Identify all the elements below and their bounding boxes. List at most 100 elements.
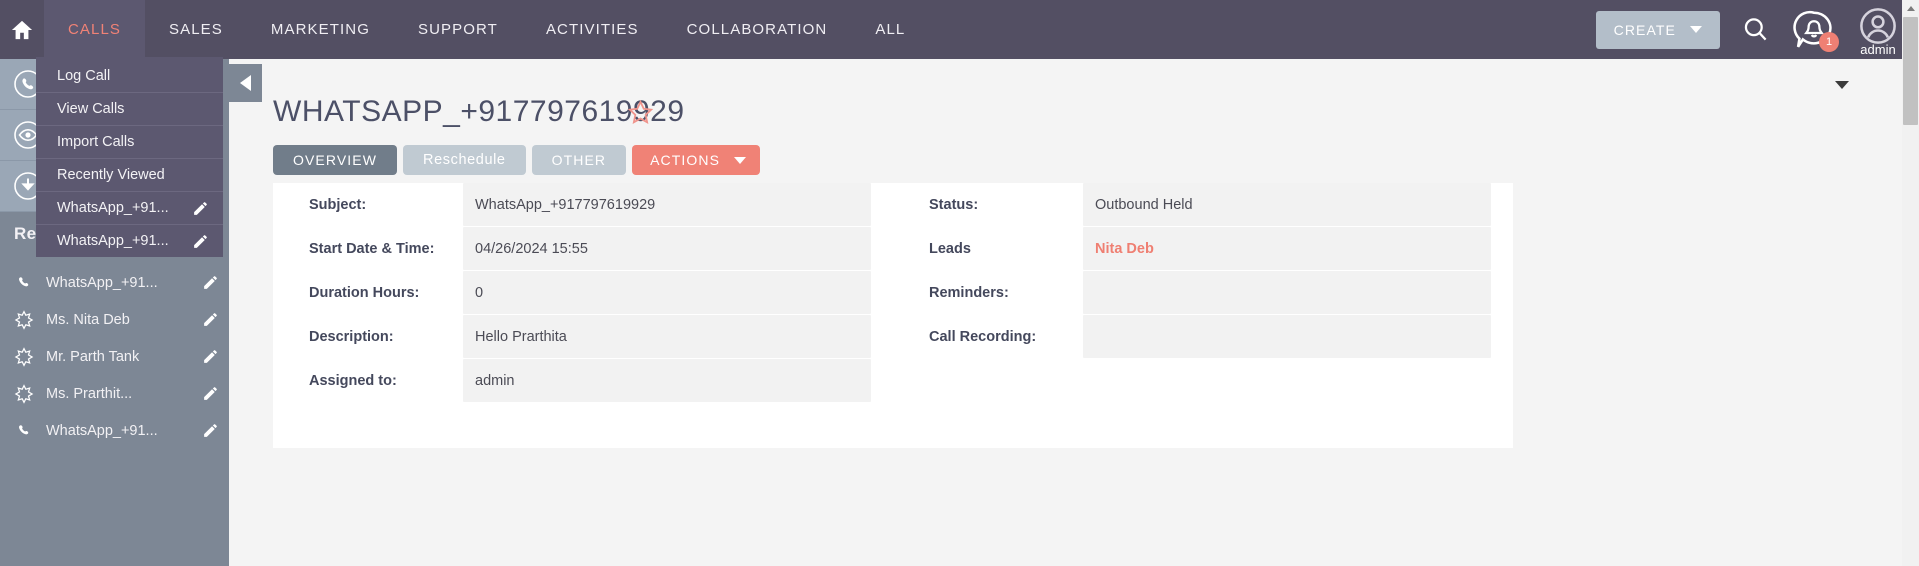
edit-pencil-icon[interactable] <box>202 311 219 328</box>
phone-icon <box>19 424 29 434</box>
nav-right-controls: CREATE 1 admin <box>1595 0 1919 59</box>
field-row: Assigned to: admin <box>273 359 893 402</box>
header-chevron-down-icon[interactable] <box>1835 81 1849 89</box>
field-label: Status: <box>929 196 979 213</box>
dropdown-item-label: Recently Viewed <box>57 167 165 183</box>
nav-item-calls[interactable]: CALLS <box>44 0 146 59</box>
tab-label: ACTIONS <box>650 152 721 168</box>
nav-items: CALLS SALES MARKETING SUPPORT ACTIVITIES COLL… <box>44 0 929 59</box>
field-label: Duration Hours: <box>309 284 420 301</box>
fields-right-column: Status: Outbound Held Leads Nita Deb Reminde… <box>893 183 1513 402</box>
dropdown-item-label: WhatsApp_+91... <box>57 200 169 216</box>
field-value: Hello Prarthita <box>463 315 871 358</box>
field-value: admin <box>463 359 871 402</box>
field-value <box>1083 271 1491 314</box>
create-button[interactable]: CREATE <box>1595 10 1720 49</box>
notification-badge: 1 <box>1819 31 1839 52</box>
edit-pencil-icon[interactable] <box>192 200 209 217</box>
recent-list-item[interactable]: WhatsApp_+91... <box>0 264 229 301</box>
chevron-down-icon <box>734 156 747 164</box>
home-icon <box>11 20 33 39</box>
dropdown-item[interactable]: WhatsApp_+91... <box>36 191 223 224</box>
star-burst-icon <box>14 383 34 404</box>
field-value[interactable]: Nita Deb <box>1083 227 1491 270</box>
fields-left-column: Subject: WhatsApp_+917797619929 Start Date… <box>273 183 893 402</box>
user-avatar-icon <box>1860 7 1896 44</box>
crm-application: CALLS SALES MARKETING SUPPORT ACTIVITIES COLL… <box>0 0 1919 566</box>
nav-item-all[interactable]: ALL <box>851 0 929 59</box>
nav-item-sales[interactable]: SALES <box>145 0 247 59</box>
nav-item-support[interactable]: SUPPORT <box>394 0 522 59</box>
field-label: Description: <box>309 328 394 345</box>
nav-item-marketing[interactable]: MARKETING <box>247 0 394 59</box>
edit-pencil-icon[interactable] <box>202 274 219 291</box>
dropdown-item[interactable]: WhatsApp_+91... <box>36 224 223 257</box>
field-row: Subject: WhatsApp_+917797619929 <box>273 183 893 226</box>
star-outline-icon[interactable] <box>627 99 654 126</box>
edit-pencil-icon[interactable] <box>202 385 219 402</box>
edit-pencil-icon[interactable] <box>192 233 209 250</box>
edit-pencil-icon[interactable] <box>202 348 219 365</box>
page-scrollbar[interactable] <box>1902 0 1919 566</box>
field-value: 04/26/2024 15:55 <box>463 227 871 270</box>
dropdown-item[interactable]: Log Call <box>36 59 223 92</box>
dropdown-item[interactable]: Import Calls <box>36 125 223 158</box>
field-value: 0 <box>463 271 871 314</box>
tab-label: OVERVIEW <box>293 152 378 168</box>
scrollbar-thumb[interactable] <box>1903 17 1918 125</box>
dropdown-item-label: Import Calls <box>57 134 135 150</box>
home-button[interactable] <box>0 0 44 59</box>
field-row: Start Date & Time: 04/26/2024 15:55 <box>273 227 893 270</box>
tab-overview[interactable]: OVERVIEW <box>273 145 398 175</box>
chevron-down-icon <box>1690 26 1702 33</box>
nav-item-collaboration[interactable]: COLLABORATION <box>663 0 852 59</box>
scroll-up-button[interactable] <box>1902 0 1919 17</box>
field-label: Reminders: <box>929 284 1009 301</box>
tab-label: Reschedule <box>423 152 506 168</box>
field-value: WhatsApp_+917797619929 <box>463 183 871 226</box>
page-title: WHATSAPP_+917797619929 <box>273 95 685 128</box>
recently-viewed-list: WhatsApp_+91... Ms. Nita Deb Mr. Parth Tan… <box>0 264 229 449</box>
user-name-label: admin <box>1860 41 1896 57</box>
field-row: Leads Nita Deb <box>893 227 1513 270</box>
tab-reschedule[interactable]: Reschedule <box>403 145 526 175</box>
recent-list-item[interactable]: Ms. Prarthit... <box>0 375 229 412</box>
dropdown-item-label: View Calls <box>57 101 125 117</box>
tab-actions[interactable]: ACTIONS <box>632 145 761 175</box>
edit-pencil-icon[interactable] <box>202 422 219 439</box>
dropdown-item-label: WhatsApp_+91... <box>57 233 169 249</box>
phone-icon <box>19 276 29 286</box>
dropdown-item[interactable]: Recently Viewed <box>36 158 223 191</box>
field-row: Duration Hours: 0 <box>273 271 893 314</box>
create-button-label: CREATE <box>1613 21 1676 38</box>
star-burst-icon <box>14 309 34 330</box>
field-label: Subject: <box>309 196 367 213</box>
main-content: WHATSAPP_+917797619929 OVERVIEW Reschedul… <box>229 59 1919 566</box>
dropdown-item-label: Log Call <box>57 67 111 84</box>
field-value: Outbound Held <box>1083 183 1491 226</box>
record-tab-bar: OVERVIEW Reschedule OTHER ACTIONS <box>273 145 761 175</box>
search-icon <box>1744 18 1767 41</box>
top-navigation-bar: CALLS SALES MARKETING SUPPORT ACTIVITIES COLL… <box>0 0 1919 59</box>
tab-label: OTHER <box>551 152 607 168</box>
field-row: Description: Hello Prarthita <box>273 315 893 358</box>
search-button[interactable] <box>1742 16 1769 43</box>
recent-item-label: Mr. Parth Tank <box>46 348 140 365</box>
field-label: Start Date & Time: <box>309 240 435 257</box>
nav-item-activities[interactable]: ACTIVITIES <box>522 0 663 59</box>
field-value <box>1083 315 1491 358</box>
recent-list-item[interactable]: Ms. Nita Deb <box>0 301 229 338</box>
tab-other[interactable]: OTHER <box>531 145 627 175</box>
notifications-button[interactable]: 1 <box>1791 7 1839 53</box>
triangle-up-icon <box>1906 6 1915 11</box>
field-label: Assigned to: <box>309 372 397 389</box>
overview-panel: Subject: WhatsApp_+917797619929 Start Date… <box>273 183 1513 448</box>
user-menu[interactable]: admin <box>1859 7 1897 57</box>
recent-list-item[interactable]: WhatsApp_+91... <box>0 412 229 449</box>
sidebar-collapse-button[interactable] <box>229 64 262 102</box>
recent-list-item[interactable]: Mr. Parth Tank <box>0 338 229 375</box>
field-row: Status: Outbound Held <box>893 183 1513 226</box>
collapse-left-icon <box>240 75 251 91</box>
dropdown-item[interactable]: View Calls <box>36 92 223 125</box>
field-label: Call Recording: <box>929 328 1037 345</box>
